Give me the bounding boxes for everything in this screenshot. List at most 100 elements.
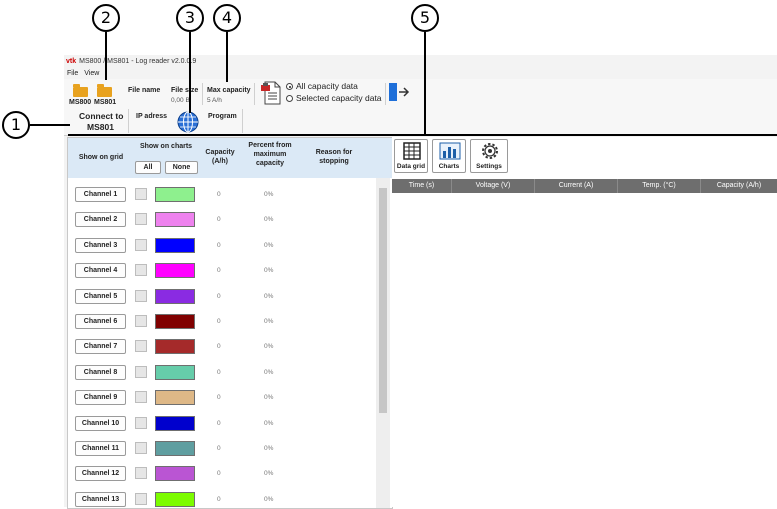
radio-selected-capacity[interactable] [286,95,293,102]
show-on-chart-checkbox[interactable] [135,442,147,454]
callout-5-bar [68,134,777,136]
channel-button[interactable]: Channel 12 [75,466,126,482]
show-on-chart-checkbox[interactable] [135,416,147,429]
tab-settings[interactable]: Settings [470,139,508,173]
channel-button[interactable]: Channel 3 [75,237,126,253]
channel-color-swatch[interactable] [155,339,195,355]
header-reason-line-2: stopping [319,158,349,165]
channel-button[interactable]: Channel 2 [75,212,126,228]
radio-all-capacity-label[interactable]: All capacity data [296,81,358,91]
channel-color-swatch[interactable] [155,364,195,380]
channel-color-swatch[interactable] [155,491,195,507]
channel-color-swatch[interactable] [155,390,195,406]
ip-address-label: IP adress [136,113,168,120]
channel-percent: 0% [264,343,274,351]
column-temp[interactable]: Temp. (°C) [618,179,701,193]
channel-color-swatch[interactable] [155,314,195,329]
channel-percent: 0% [264,267,274,275]
channel-row: Channel 1 0 0% [68,182,378,207]
file-size-value: 0,00 B [171,97,190,104]
app-window: vtk MS800 / MS801 - Log reader v2.0.0.9 F… [64,55,777,509]
channel-color-swatch[interactable] [155,212,195,228]
radio-selected-capacity-label[interactable]: Selected capacity data [296,93,382,103]
show-on-chart-checkbox[interactable] [135,213,147,226]
show-on-chart-checkbox[interactable] [135,467,147,480]
channel-row: Channel 11 0 0% [68,436,378,461]
channel-button[interactable]: Channel 1 [75,187,126,202]
column-capacity[interactable]: Capacity (A/h) [701,179,777,193]
menu-view[interactable]: View [84,70,99,77]
channel-capacity: 0 [217,394,221,402]
channel-button[interactable]: Channel 7 [75,339,126,355]
column-voltage[interactable]: Voltage (V) [452,179,535,193]
callout-1-line [30,124,70,126]
channel-capacity: 0 [217,318,221,325]
channel-percent: 0% [264,318,274,325]
program-label: Program [208,113,237,120]
window-title: MS800 / MS801 - Log reader v2.0.0.9 [79,58,197,65]
radio-all-capacity[interactable] [286,83,293,90]
show-on-chart-checkbox[interactable] [135,238,147,251]
data-grid-icon [403,142,421,162]
channel-capacity: 0 [217,495,221,503]
none-button[interactable]: None [165,161,198,174]
channel-capacity: 0 [217,241,221,249]
channel-percent: 0% [264,241,274,249]
channel-capacity: 0 [217,419,221,427]
channel-color-swatch[interactable] [155,187,195,202]
tab-data-grid[interactable]: Data grid [394,139,428,173]
show-on-chart-checkbox[interactable] [135,264,147,277]
show-on-chart-checkbox[interactable] [135,391,147,404]
channel-button[interactable]: Channel 5 [75,288,126,304]
column-time[interactable]: Time (s) [392,179,452,193]
show-on-chart-checkbox[interactable] [135,315,147,327]
show-on-chart-checkbox[interactable] [135,188,147,200]
callout-2-line [105,32,107,80]
ms801-label[interactable]: MS801 [94,99,116,106]
callout-1: 1 [2,111,30,139]
channel-button[interactable]: Channel 6 [75,314,126,329]
show-on-chart-checkbox[interactable] [135,365,147,378]
channel-table-header: Show on grid Show on charts All None Cap… [68,138,392,178]
connect-button-line-2[interactable]: MS801 [87,122,114,132]
title-bar: vtk MS800 / MS801 - Log reader v2.0.0.9 [64,55,777,68]
channel-capacity: 0 [217,216,221,224]
max-capacity-label: Max capacity [207,87,251,94]
channel-color-swatch[interactable] [155,237,195,253]
scrollbar-thumb[interactable] [379,188,387,413]
globe-icon[interactable] [176,110,200,134]
channel-color-swatch[interactable] [155,415,195,431]
tab-charts[interactable]: Charts [432,139,466,173]
channel-button[interactable]: Channel 9 [75,390,126,406]
channel-button[interactable]: Channel 8 [75,364,126,380]
folder-icon-ms800[interactable] [73,84,88,97]
menu-file[interactable]: File [67,70,78,77]
channel-color-swatch[interactable] [155,441,195,456]
channel-color-swatch[interactable] [155,263,195,279]
header-percent-line-3: capacity [255,160,285,167]
channel-color-swatch[interactable] [155,288,195,304]
show-on-chart-checkbox[interactable] [135,289,147,302]
channel-button[interactable]: Channel 11 [75,441,126,456]
max-capacity-value: 5 A/h [207,97,222,104]
show-on-chart-checkbox[interactable] [135,492,147,505]
all-button[interactable]: All [135,161,161,174]
folder-icon-ms801[interactable] [97,84,112,97]
channel-button[interactable]: Channel 4 [75,263,126,279]
column-current[interactable]: Current (A) [535,179,618,193]
channel-button[interactable]: Channel 13 [75,491,126,507]
channel-row: Channel 7 0 0% [68,334,378,359]
report-document-icon[interactable] [260,81,282,105]
ms800-label[interactable]: MS800 [69,99,91,106]
show-on-chart-checkbox[interactable] [135,340,147,353]
exit-icon[interactable] [388,81,410,103]
channel-percent: 0% [264,419,274,427]
channel-capacity: 0 [217,368,221,376]
channel-capacity: 0 [217,191,221,198]
channel-scrollbar[interactable] [376,178,390,508]
connect-button-line-1[interactable]: Connect to [79,111,123,121]
channel-color-swatch[interactable] [155,466,195,482]
channel-percent: 0% [264,191,274,198]
channel-button[interactable]: Channel 10 [75,415,126,431]
gear-icon [480,142,500,162]
